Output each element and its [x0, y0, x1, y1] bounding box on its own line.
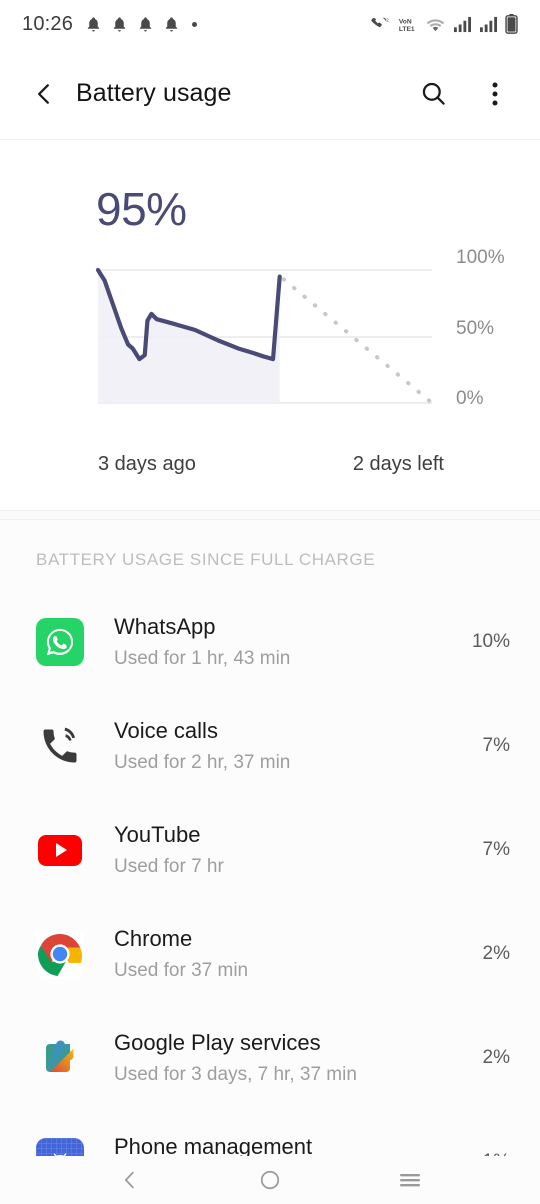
- notification-bell-icon: [137, 15, 154, 34]
- vo-lte-icon: VoN LTE1: [398, 16, 418, 33]
- battery-percent-label: 95%: [96, 183, 187, 235]
- nav-recents-button[interactable]: [375, 1156, 445, 1204]
- app-icon: [36, 618, 84, 666]
- app-info: YouTube Used for 7 hr: [114, 821, 469, 878]
- app-icon: [36, 930, 84, 978]
- chevron-left-icon: [37, 83, 49, 104]
- whatsapp-icon: [36, 618, 84, 666]
- app-usage-time: Used for 1 hr, 43 min: [114, 647, 291, 669]
- battery-usage-list: Battery usage since full charge WhatsApp…: [0, 520, 540, 1204]
- nav-back-icon: [125, 1171, 134, 1189]
- app-usage-time: Used for 7 hr: [114, 855, 224, 877]
- app-battery-percent: 2%: [482, 943, 510, 964]
- projection-line: [281, 277, 434, 405]
- search-button[interactable]: [410, 71, 456, 117]
- volte-call-icon: 2: [370, 16, 391, 33]
- app-bar-actions: [410, 71, 518, 117]
- phone-call-icon: [36, 722, 84, 770]
- svg-text:2: 2: [386, 17, 389, 23]
- app-battery-percent: 2%: [482, 1047, 510, 1068]
- x-label-start: 3 days ago: [98, 453, 196, 475]
- app-name: YouTube: [114, 822, 201, 848]
- y-tick-50: 50%: [456, 318, 495, 339]
- y-tick-0: 0%: [456, 388, 484, 409]
- svg-text:LTE1: LTE1: [399, 26, 415, 33]
- y-tick-100: 100%: [456, 247, 505, 268]
- x-label-end: 2 days left: [352, 453, 444, 475]
- app-bar: Battery usage: [0, 48, 540, 140]
- notification-bell-icon: [163, 15, 180, 34]
- signal-bars-sim1-icon: [453, 16, 472, 33]
- nav-home-icon: [260, 1170, 280, 1190]
- app-icon: [36, 826, 84, 874]
- nav-home-button[interactable]: [235, 1156, 305, 1204]
- chart-y-axis: 100% 50% 0%: [446, 247, 526, 410]
- app-name: Chrome: [114, 926, 193, 952]
- app-icon: [36, 1034, 84, 1082]
- app-usage-time: Used for 3 days, 7 hr, 37 min: [114, 1063, 357, 1085]
- section-header: Battery usage since full charge: [36, 550, 376, 569]
- notification-bell-icon: [85, 15, 102, 34]
- battery-level-card: 95% 100% 50% 0% 3 days ago 2 days left: [0, 140, 540, 510]
- app-icon: [36, 722, 84, 770]
- app-usage-time: Used for 37 min: [114, 959, 249, 981]
- app-name: Google Play services: [114, 1030, 321, 1056]
- app-info: Google Play services Used for 3 days, 7 …: [114, 1029, 469, 1086]
- chrome-icon: [36, 930, 84, 978]
- more-vertical-icon: [492, 82, 498, 105]
- svg-text:VoN: VoN: [399, 18, 412, 25]
- app-battery-percent: 10%: [471, 631, 510, 652]
- chart-x-axis: 3 days ago 2 days left: [0, 443, 540, 476]
- app-name: Voice calls: [114, 718, 218, 744]
- search-icon: [422, 82, 445, 105]
- section-divider: [0, 510, 540, 520]
- status-bar-clock: 10:26: [22, 12, 74, 35]
- app-info: WhatsApp Used for 1 hr, 43 min: [114, 613, 458, 670]
- wifi-icon: [425, 16, 446, 33]
- nav-recents-icon: [400, 1174, 420, 1187]
- google-play-services-icon: [36, 1034, 84, 1082]
- overflow-menu-button[interactable]: [472, 71, 518, 117]
- list-item[interactable]: WhatsApp Used for 1 hr, 43 min 10%: [0, 590, 540, 694]
- status-bar: 10:26 2 VoN LTE1: [0, 0, 540, 48]
- app-battery-percent: 7%: [482, 839, 510, 860]
- status-bar-system-icons: 2 VoN LTE1: [370, 14, 518, 34]
- system-navigation-bar: [0, 1156, 540, 1204]
- status-bar-notification-icons: [85, 15, 198, 34]
- back-button[interactable]: [22, 72, 66, 116]
- list-item[interactable]: Chrome Used for 37 min 2%: [0, 902, 540, 1006]
- app-usage-time: Used for 2 hr, 37 min: [114, 751, 291, 773]
- list-item[interactable]: Google Play services Used for 3 days, 7 …: [0, 1006, 540, 1110]
- app-battery-percent: 7%: [482, 735, 510, 756]
- list-item[interactable]: Voice calls Used for 2 hr, 37 min 7%: [0, 694, 540, 798]
- battery-usage-screen: 10:26 2 VoN LTE1 Battery usage 95% 100% …: [0, 0, 540, 1204]
- battery-history-chart: 100% 50% 0%: [0, 247, 540, 443]
- app-info: Voice calls Used for 2 hr, 37 min: [114, 717, 469, 774]
- battery-icon: [505, 14, 518, 34]
- youtube-icon: [36, 826, 84, 874]
- app-info: Chrome Used for 37 min: [114, 925, 469, 982]
- page-title: Battery usage: [76, 79, 232, 107]
- app-name: WhatsApp: [114, 614, 216, 640]
- more-notifications-dot-icon: [192, 21, 198, 27]
- list-item[interactable]: YouTube Used for 7 hr 7%: [0, 798, 540, 902]
- nav-back-button[interactable]: [95, 1156, 165, 1204]
- signal-bars-sim2-icon: [479, 16, 498, 33]
- notification-bell-icon: [111, 15, 128, 34]
